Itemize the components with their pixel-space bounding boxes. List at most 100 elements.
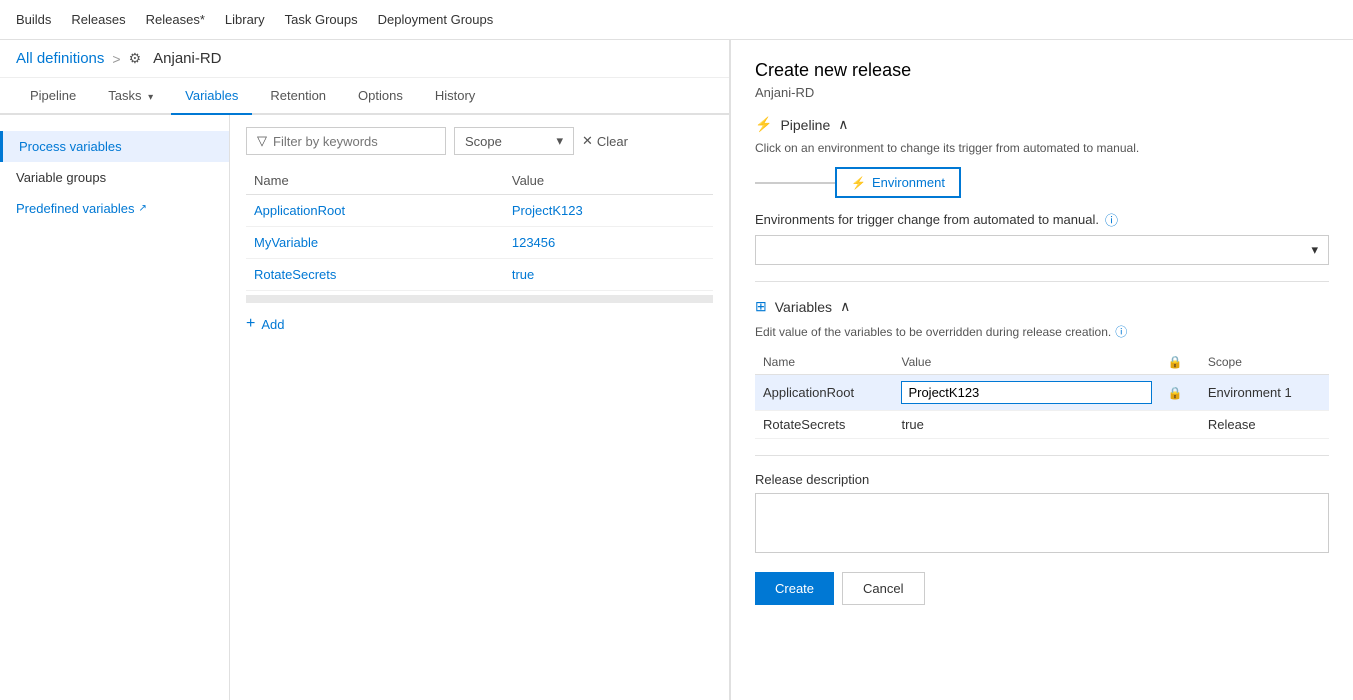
tab-retention[interactable]: Retention	[256, 78, 340, 113]
release-var-row-2: RotateSecrets true Release	[755, 411, 1329, 439]
col-header-value: Value	[504, 167, 713, 195]
nav-releases[interactable]: Releases	[71, 12, 125, 27]
var-value-3: true	[504, 259, 713, 291]
rv-value-2: true	[893, 411, 1159, 439]
scope-label: Scope	[465, 134, 502, 149]
filter-keywords-input[interactable]	[273, 134, 413, 149]
pipeline-collapse-icon[interactable]: ∧	[838, 116, 848, 133]
scope-select[interactable]: Scope ▾	[454, 127, 574, 155]
breadcrumb-separator: >	[112, 51, 120, 67]
breadcrumb-all-definitions[interactable]: All definitions	[16, 50, 104, 67]
section-divider	[755, 281, 1329, 282]
pipeline-track: ⚡ Environment	[755, 167, 1329, 198]
table-row: ApplicationRoot ProjectK123	[246, 195, 713, 227]
rv-scope-2: Release	[1200, 411, 1329, 439]
nav-task-groups[interactable]: Task Groups	[285, 12, 358, 27]
pipeline-section-header: ⚡ Pipeline ∧	[755, 116, 1329, 133]
rv-scope-1: Environment 1	[1200, 375, 1329, 411]
right-panel: Create new release Anjani-RD ⚡ Pipeline …	[730, 40, 1353, 700]
var-name-2: MyVariable	[246, 227, 504, 259]
external-link-icon: ↗	[139, 203, 147, 214]
rv-name-1: ApplicationRoot	[755, 375, 893, 411]
scope-dropdown-arrow: ▾	[556, 133, 563, 149]
section-divider-2	[755, 455, 1329, 456]
rv-value-input-1[interactable]	[901, 381, 1151, 404]
tab-pipeline[interactable]: Pipeline	[16, 78, 90, 113]
release-description-label: Release description	[755, 472, 1329, 487]
rv-col-scope: Scope	[1200, 350, 1329, 375]
pipeline-icon: ⚙	[129, 50, 142, 67]
nav-builds[interactable]: Builds	[16, 12, 51, 27]
tab-options[interactable]: Options	[344, 78, 417, 113]
tab-tasks[interactable]: Tasks ▾	[94, 78, 167, 113]
scroll-bar[interactable]	[246, 295, 713, 303]
breadcrumb: All definitions > ⚙ Anjani-RD	[0, 40, 729, 78]
clear-label: Clear	[597, 134, 628, 149]
lock-icon-1: 🔒	[1168, 386, 1183, 400]
rv-name-2: RotateSecrets	[755, 411, 893, 439]
sidebar-item-variable-groups[interactable]: Variable groups	[0, 162, 229, 193]
var-name-1: ApplicationRoot	[246, 195, 504, 227]
add-variable-button[interactable]: + Add	[246, 315, 284, 333]
release-variables-table: Name Value 🔒 Scope ApplicationRoot 🔒	[755, 350, 1329, 439]
pipeline-description: Click on an environment to change its tr…	[755, 141, 1329, 155]
panel-subtitle: Anjani-RD	[755, 85, 1329, 100]
rv-col-value: Value	[893, 350, 1159, 375]
environment-button[interactable]: ⚡ Environment	[835, 167, 961, 198]
lock-header-icon: 🔒	[1168, 355, 1183, 369]
variables-collapse-icon[interactable]: ∧	[840, 298, 850, 315]
breadcrumb-current: Anjani-RD	[153, 50, 221, 67]
sidebar: Process variables Variable groups Predef…	[0, 115, 230, 700]
nav-releases-star[interactable]: Releases*	[146, 12, 205, 27]
col-header-name: Name	[246, 167, 504, 195]
filter-input-container: ▽	[246, 127, 446, 155]
main-area: All definitions > ⚙ Anjani-RD Pipeline T…	[0, 40, 1353, 700]
tab-variables[interactable]: Variables	[171, 78, 252, 115]
nav-deployment-groups[interactable]: Deployment Groups	[378, 12, 494, 27]
env-bolt-icon: ⚡	[851, 176, 866, 190]
filter-row: ▽ Scope ▾ ✕ Clear	[246, 127, 713, 155]
lightning-icon: ⚡	[755, 116, 772, 133]
rv-lock-1: 🔒	[1160, 375, 1200, 411]
env-dropdown-arrow: ▾	[1311, 242, 1318, 258]
rv-col-lock: 🔒	[1160, 350, 1200, 375]
top-navigation: Builds Releases Releases* Library Task G…	[0, 0, 1353, 40]
table-row: RotateSecrets true	[246, 259, 713, 291]
var-value-1: ProjectK123	[504, 195, 713, 227]
rv-lock-2	[1160, 411, 1200, 439]
tasks-dropdown-arrow: ▾	[148, 92, 153, 103]
create-button[interactable]: Create	[755, 572, 834, 605]
sidebar-item-process-variables[interactable]: Process variables	[0, 131, 229, 162]
env-trigger-label: Environments for trigger change from aut…	[755, 210, 1329, 229]
env-trigger-dropdown[interactable]: ▾	[755, 235, 1329, 265]
tab-history[interactable]: History	[421, 78, 489, 113]
tab-bar: Pipeline Tasks ▾ Variables Retention Opt…	[0, 78, 729, 115]
variables-description: Edit value of the variables to be overri…	[755, 323, 1329, 340]
panel-title: Create new release	[755, 60, 1329, 81]
cancel-button[interactable]: Cancel	[842, 572, 924, 605]
release-var-row-1: ApplicationRoot 🔒 Environment 1	[755, 375, 1329, 411]
variables-section-header: ⊞ Variables ∧	[755, 298, 1329, 315]
add-label: Add	[261, 317, 284, 332]
content-area: Process variables Variable groups Predef…	[0, 115, 729, 700]
sidebar-item-predefined-variables[interactable]: Predefined variables ↗	[0, 193, 229, 224]
footer-buttons: Create Cancel	[755, 572, 1329, 605]
rv-value-1[interactable]	[893, 375, 1159, 411]
clear-button[interactable]: ✕ Clear	[582, 133, 628, 149]
info-icon[interactable]: ⓘ	[1105, 210, 1118, 229]
pipeline-section-label: Pipeline	[780, 117, 830, 133]
variables-grid-icon: ⊞	[755, 298, 767, 315]
table-row: MyVariable 123456	[246, 227, 713, 259]
var-value-2: 123456	[504, 227, 713, 259]
pipeline-line	[755, 182, 835, 184]
vars-info-icon[interactable]: ⓘ	[1115, 323, 1127, 340]
predefined-variables-link[interactable]: Predefined variables ↗	[16, 201, 213, 216]
plus-icon: +	[246, 315, 255, 333]
variables-table: Name Value ApplicationRoot ProjectK123 M…	[246, 167, 713, 291]
var-name-3: RotateSecrets	[246, 259, 504, 291]
variables-section-label: Variables	[775, 299, 832, 315]
clear-x-icon: ✕	[582, 133, 593, 149]
left-panel: All definitions > ⚙ Anjani-RD Pipeline T…	[0, 40, 730, 700]
nav-library[interactable]: Library	[225, 12, 265, 27]
release-description-textarea[interactable]	[755, 493, 1329, 553]
